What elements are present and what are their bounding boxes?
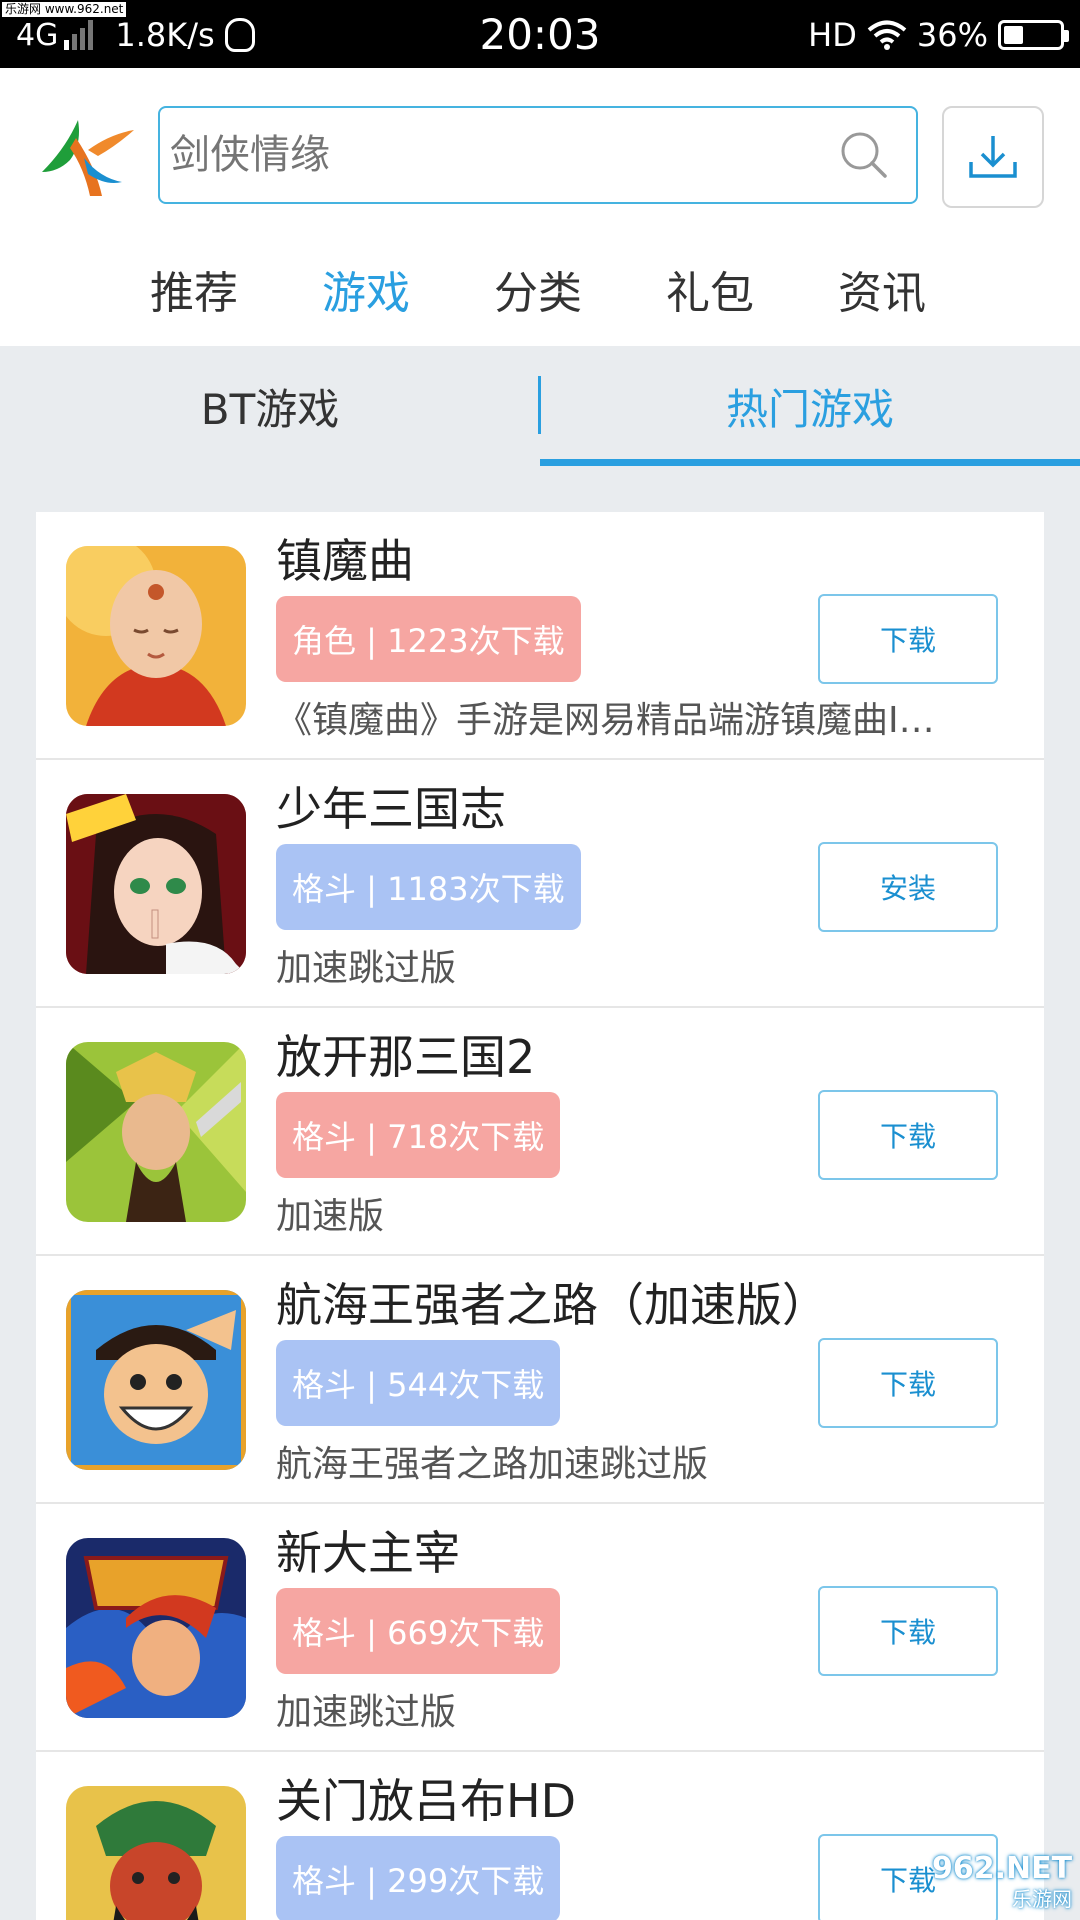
sub-tabs: BT游戏 热门游戏 [0,346,1080,466]
nav-tab-gifts[interactable]: 礼包 [666,264,754,324]
game-list: 镇魔曲 角色 | 1223次下载 《镇魔曲》手游是网易精品端游镇魔曲I… 下载 … [36,512,1044,1920]
subtab-hot-games[interactable]: 热门游戏 [540,346,1080,466]
anime-girl-icon [66,794,246,974]
main-nav: 推荐 游戏 分类 礼包 资讯 [0,264,1080,324]
general-icon [66,1786,246,1920]
game-tag: 格斗 | 299次下载 [276,1836,561,1920]
search-bar[interactable] [158,106,918,204]
game-title: 少年三国志 [276,782,506,836]
search-input[interactable] [170,132,838,178]
game-title: 关门放吕布HD [276,1774,577,1828]
watermark-site: 962.NET [932,1851,1073,1886]
list-item[interactable]: 关门放吕布HD 格斗 | 299次下载 下载 [36,1752,1044,1920]
game-title: 放开那三国2 [276,1030,536,1084]
search-icon[interactable] [838,129,890,181]
game-description: 航海王强者之路加速跳过版 [276,1444,709,1485]
pirate-boy-icon [66,1290,246,1470]
bald-monk-icon [66,546,246,726]
watermark-brand: 乐游网 [1012,1887,1072,1911]
download-manager-button[interactable] [942,106,1044,208]
game-title: 航海王强者之路（加速版） [276,1278,828,1332]
list-item[interactable]: 少年三国志 格斗 | 1183次下载 加速跳过版 安装 [36,760,1044,1008]
game-tag: 格斗 | 544次下载 [276,1340,561,1426]
hd-indicator: HD [808,16,857,54]
download-icon [969,136,1017,178]
list-item[interactable]: 新大主宰 格斗 | 669次下载 加速跳过版 下载 [36,1504,1044,1752]
nav-tab-categories[interactable]: 分类 [494,264,582,324]
battery-icon [998,20,1069,50]
nav-tab-games[interactable]: 游戏 [322,264,410,324]
game-description: 加速跳过版 [276,948,457,989]
list-item[interactable]: 航海王强者之路（加速版） 格斗 | 544次下载 航海王强者之路加速跳过版 下载 [36,1256,1044,1504]
download-button[interactable]: 下载 [818,1586,998,1676]
wifi-icon [867,20,907,50]
app-header: 推荐 游戏 分类 礼包 资讯 [0,68,1080,346]
game-description: 《镇魔曲》手游是网易精品端游镇魔曲I… [276,700,935,741]
status-right: HD 36% [808,12,1069,58]
game-tag: 格斗 | 669次下载 [276,1588,561,1674]
fire-hero-icon [66,1538,246,1718]
app-logo-icon [42,120,134,196]
game-description: 加速版 [276,1196,385,1237]
install-button[interactable]: 安装 [818,842,998,932]
game-tag: 格斗 | 718次下载 [276,1092,561,1178]
nav-tab-news[interactable]: 资讯 [838,264,926,324]
game-tag: 角色 | 1223次下载 [276,596,581,682]
subtab-active-indicator [540,459,1080,466]
game-description: 加速跳过版 [276,1692,457,1733]
download-button[interactable]: 下载 [818,1090,998,1180]
list-item[interactable]: 放开那三国2 格斗 | 718次下载 加速版 下载 [36,1008,1044,1256]
list-item[interactable]: 镇魔曲 角色 | 1223次下载 《镇魔曲》手游是网易精品端游镇魔曲I… 下载 [36,512,1044,760]
status-bar: 乐游网 www.962.net 4G 1.8K/s 20:03 HD 36% [0,0,1080,68]
armored-warrior-icon [66,1042,246,1222]
download-button[interactable]: 下载 [818,594,998,684]
battery-percent: 36% [916,16,988,54]
game-tag: 格斗 | 1183次下载 [276,844,581,930]
corner-watermark: 962.NET 乐游网 [932,1854,1072,1914]
nav-tab-recommend[interactable]: 推荐 [150,264,238,324]
subtab-bt-games[interactable]: BT游戏 [0,346,540,466]
game-title: 镇魔曲 [276,534,414,588]
download-button[interactable]: 下载 [818,1338,998,1428]
game-title: 新大主宰 [276,1526,460,1580]
